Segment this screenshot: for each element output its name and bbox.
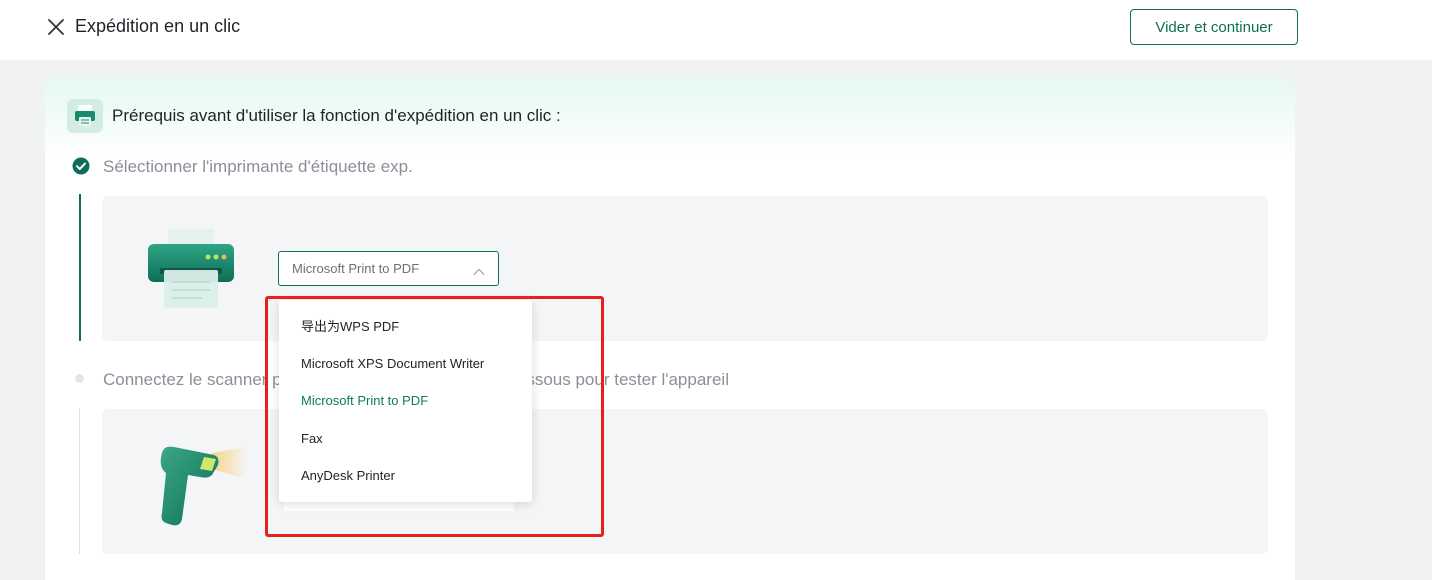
prerequisites-title: Prérequis avant d'utiliser la fonction d… [112, 106, 561, 125]
prerequisites-card: Prérequis avant d'utiliser la fonction d… [45, 78, 1295, 580]
printer-select[interactable]: Microsoft Print to PDF [278, 251, 499, 286]
printer-option-xps-writer[interactable]: Microsoft XPS Document Writer [279, 345, 532, 382]
printer-option-anydesk[interactable]: AnyDesk Printer [279, 457, 532, 494]
step2-progress-line [79, 408, 80, 554]
printer-select-value: Microsoft Print to PDF [292, 261, 420, 276]
step-select-printer-label: Sélectionner l'imprimante d'étiquette ex… [103, 157, 413, 176]
printer-options-dropdown: 导出为WPS PDF Microsoft XPS Document Writer… [279, 300, 532, 502]
barcode-scanner-illustration-icon [152, 439, 252, 534]
close-icon[interactable] [46, 17, 66, 37]
top-bar: Expédition en un clic Vider et continuer [0, 0, 1432, 60]
scanner-test-panel [102, 409, 1268, 554]
page-title: Expédition en un clic [75, 16, 241, 36]
step1-progress-line [79, 194, 81, 341]
printer-option-wps-pdf[interactable]: 导出为WPS PDF [279, 308, 532, 345]
clear-and-continue-button[interactable]: Vider et continuer [1130, 9, 1298, 45]
pending-step-dot-icon [75, 374, 84, 383]
printer-badge-icon [67, 99, 103, 133]
chevron-up-icon [473, 264, 485, 275]
printer-illustration-icon [146, 224, 236, 316]
printer-setup-panel: Microsoft Print to PDF [102, 196, 1268, 341]
printer-option-print-to-pdf[interactable]: Microsoft Print to PDF [279, 382, 532, 419]
check-circle-icon [72, 157, 90, 175]
printer-option-fax[interactable]: Fax [279, 420, 532, 457]
